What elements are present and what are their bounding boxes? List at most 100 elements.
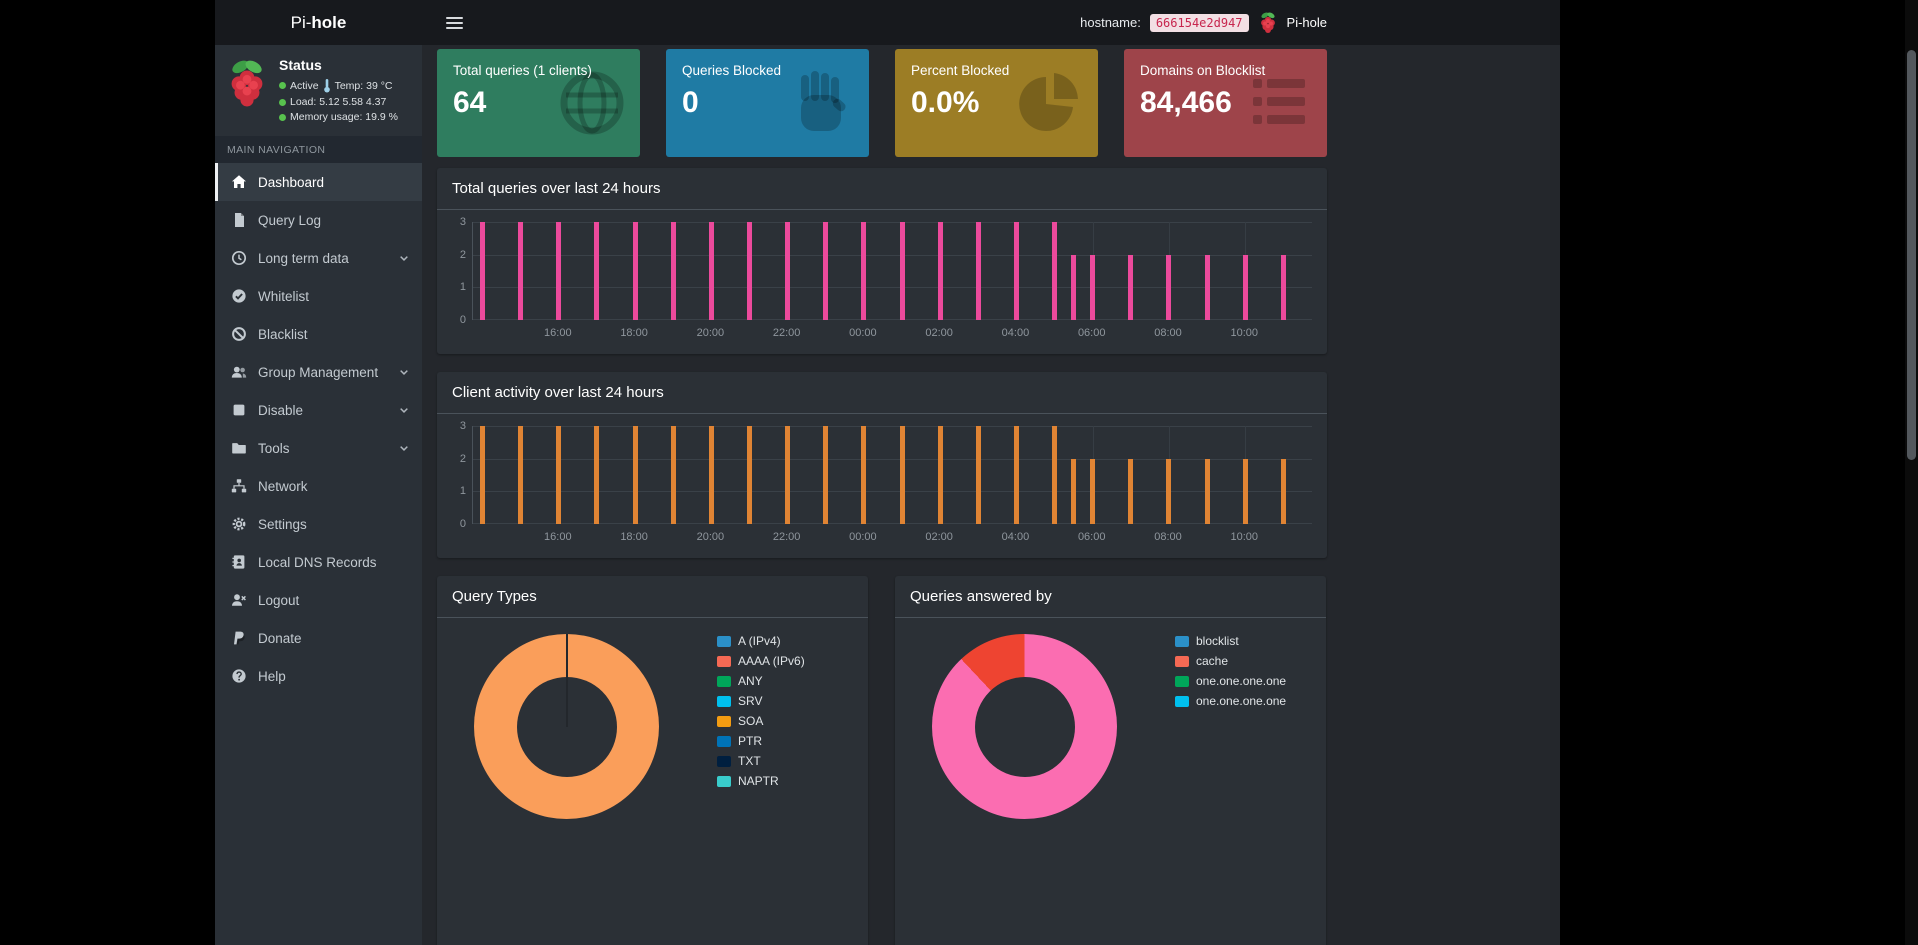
legend-item[interactable]: SOA [717, 714, 805, 728]
legend-label: cache [1196, 654, 1229, 668]
chevron-down-icon [397, 403, 411, 417]
legend-label: SOA [738, 714, 764, 728]
chart-plot-area[interactable] [472, 222, 1312, 320]
queries-answered-by-donut[interactable] [932, 634, 1117, 819]
legend-item[interactable]: NAPTR [717, 774, 805, 788]
chart-bar [556, 426, 562, 524]
sidebar-item-label: Long term data [258, 250, 349, 266]
legend-item[interactable]: AAAA (IPv6) [717, 654, 805, 668]
sidebar-item-long-term-data[interactable]: Long term data [215, 239, 422, 277]
status-temp: Temp: 39 °C [334, 79, 393, 92]
query-types-donut[interactable] [474, 634, 659, 819]
legend-swatch [1175, 695, 1189, 707]
sidebar-item-network[interactable]: Network [215, 467, 422, 505]
chart-bar [975, 222, 981, 320]
bottom-panels: Query Types A (IPv4) AAAA (IPv6) ANY SRV SOA… [437, 576, 1327, 945]
legend-item[interactable]: A (IPv4) [717, 634, 805, 648]
legend-item[interactable]: one.one.one.one [1175, 674, 1286, 688]
donut-hole [974, 676, 1075, 777]
navbar-right: hostname: 666154e2d947 Pi-hole [1080, 0, 1327, 45]
card-title: Domains on Blocklist [1140, 63, 1266, 78]
sidebar-item-group-management[interactable]: Group Management [215, 353, 422, 391]
sidebar-item-tools[interactable]: Tools [215, 429, 422, 467]
status-ok-dot [279, 98, 286, 106]
status-active-label: Active [290, 79, 319, 92]
card-domains-on-blocklist: Domains on Blocklist 84,466 [1124, 49, 1327, 157]
sidebar-item-donate[interactable]: Donate [215, 619, 422, 657]
sidebar-item-label: Group Management [258, 364, 379, 380]
legend-item[interactable]: SRV [717, 694, 805, 708]
total-queries-chart[interactable]: 0 1 2 3 16:00 18:00 20:00 22:00 00:00 02:00 04:00… [452, 216, 1312, 344]
legend-item[interactable]: cache [1175, 654, 1286, 668]
question-circle-icon [231, 668, 247, 684]
brand-bold: hole [311, 12, 347, 32]
chart-bar [594, 222, 600, 320]
legend-item[interactable]: ANY [717, 674, 805, 688]
chevron-down-icon [397, 441, 411, 455]
status-panel: Status Active Temp: 39 °C Load: 5.12 5.5… [215, 45, 422, 136]
legend-swatch [1175, 635, 1189, 647]
chart-plot-area[interactable] [472, 426, 1312, 524]
sidebar-item-label: Help [258, 668, 286, 684]
scrollbar-track[interactable] [1905, 0, 1918, 945]
query-types-legend: A (IPv4) AAAA (IPv6) ANY SRV SOA PTR TXT NAPTR [717, 634, 805, 819]
chart-bar [785, 426, 791, 524]
x-tick-label: 20:00 [696, 327, 725, 339]
legend-label: one.one.one.one [1196, 694, 1287, 708]
chart-bar [823, 222, 829, 320]
sidebar-item-label: Whitelist [258, 288, 310, 304]
chart-bar [1052, 426, 1058, 524]
panel-client-activity: Client activity over last 24 hours 0 1 2 3 … [437, 372, 1327, 558]
sidebar-item-query-log[interactable]: Query Log [215, 201, 422, 239]
card-queries-blocked: Queries Blocked 0 [666, 49, 869, 157]
sidebar-item-dashboard[interactable]: Dashboard [215, 163, 422, 201]
chart-bar [975, 426, 981, 524]
chart-bar [1013, 222, 1019, 320]
chart-bar [746, 222, 752, 320]
chart-bar [480, 222, 486, 320]
x-tick-label: 22:00 [772, 327, 801, 339]
legend-item[interactable]: PTR [717, 734, 805, 748]
x-tick-label: 00:00 [849, 531, 877, 543]
legend-item[interactable]: TXT [717, 754, 805, 768]
chart-bar [708, 222, 714, 320]
legend-item[interactable]: one.one.one.one [1175, 694, 1286, 708]
legend-swatch [717, 775, 731, 787]
sidebar-item-label: Donate [258, 630, 302, 646]
sidebar-item-settings[interactable]: Settings [215, 505, 422, 543]
chart-bar [1128, 254, 1134, 320]
user-times-icon [231, 592, 247, 608]
sidebar-item-label: Disable [258, 402, 304, 418]
legend-swatch [717, 635, 731, 647]
sidebar-item-label: Tools [258, 440, 290, 456]
y-axis: 0 1 2 3 [452, 216, 472, 326]
x-tick-label: 16:00 [544, 327, 572, 339]
sidebar-item-help[interactable]: Help [215, 657, 422, 695]
clock-icon [231, 250, 247, 266]
legend-label: TXT [738, 754, 761, 768]
scrollbar-thumb[interactable] [1907, 50, 1916, 460]
sidebar-item-whitelist[interactable]: Whitelist [215, 277, 422, 315]
pihole-logo-icon [231, 60, 263, 107]
legend-item[interactable]: blocklist [1175, 634, 1286, 648]
card-value: 0 [682, 86, 699, 119]
client-activity-chart[interactable]: 0 1 2 3 16:00 18:00 20:00 22:00 00:00 02:00 04:00… [452, 420, 1312, 548]
sidebar-item-blacklist[interactable]: Blacklist [215, 315, 422, 353]
status-load: Load: 5.12 5.58 4.37 [290, 96, 387, 108]
sidebar-toggle-button[interactable] [440, 8, 469, 38]
sidebar-item-local-dns-records[interactable]: Local DNS Records [215, 543, 422, 581]
sidebar-item-label: Local DNS Records [258, 554, 377, 570]
y-tick-label: 3 [459, 216, 466, 228]
ban-icon [231, 326, 247, 342]
card-title: Percent Blocked [911, 63, 1010, 78]
sitemap-icon [231, 478, 247, 494]
hamburger-icon [446, 16, 463, 19]
chart-bar [1166, 458, 1172, 524]
panel-title: Query Types [437, 576, 868, 618]
sidebar-item-logout[interactable]: Logout [215, 581, 422, 619]
y-tick-label: 3 [459, 420, 466, 432]
brand-logo[interactable]: Pi-hole [215, 0, 422, 45]
sidebar-item-disable[interactable]: Disable [215, 391, 422, 429]
panel-title: Total queries over last 24 hours [437, 168, 1327, 210]
chart-bar [632, 222, 638, 320]
